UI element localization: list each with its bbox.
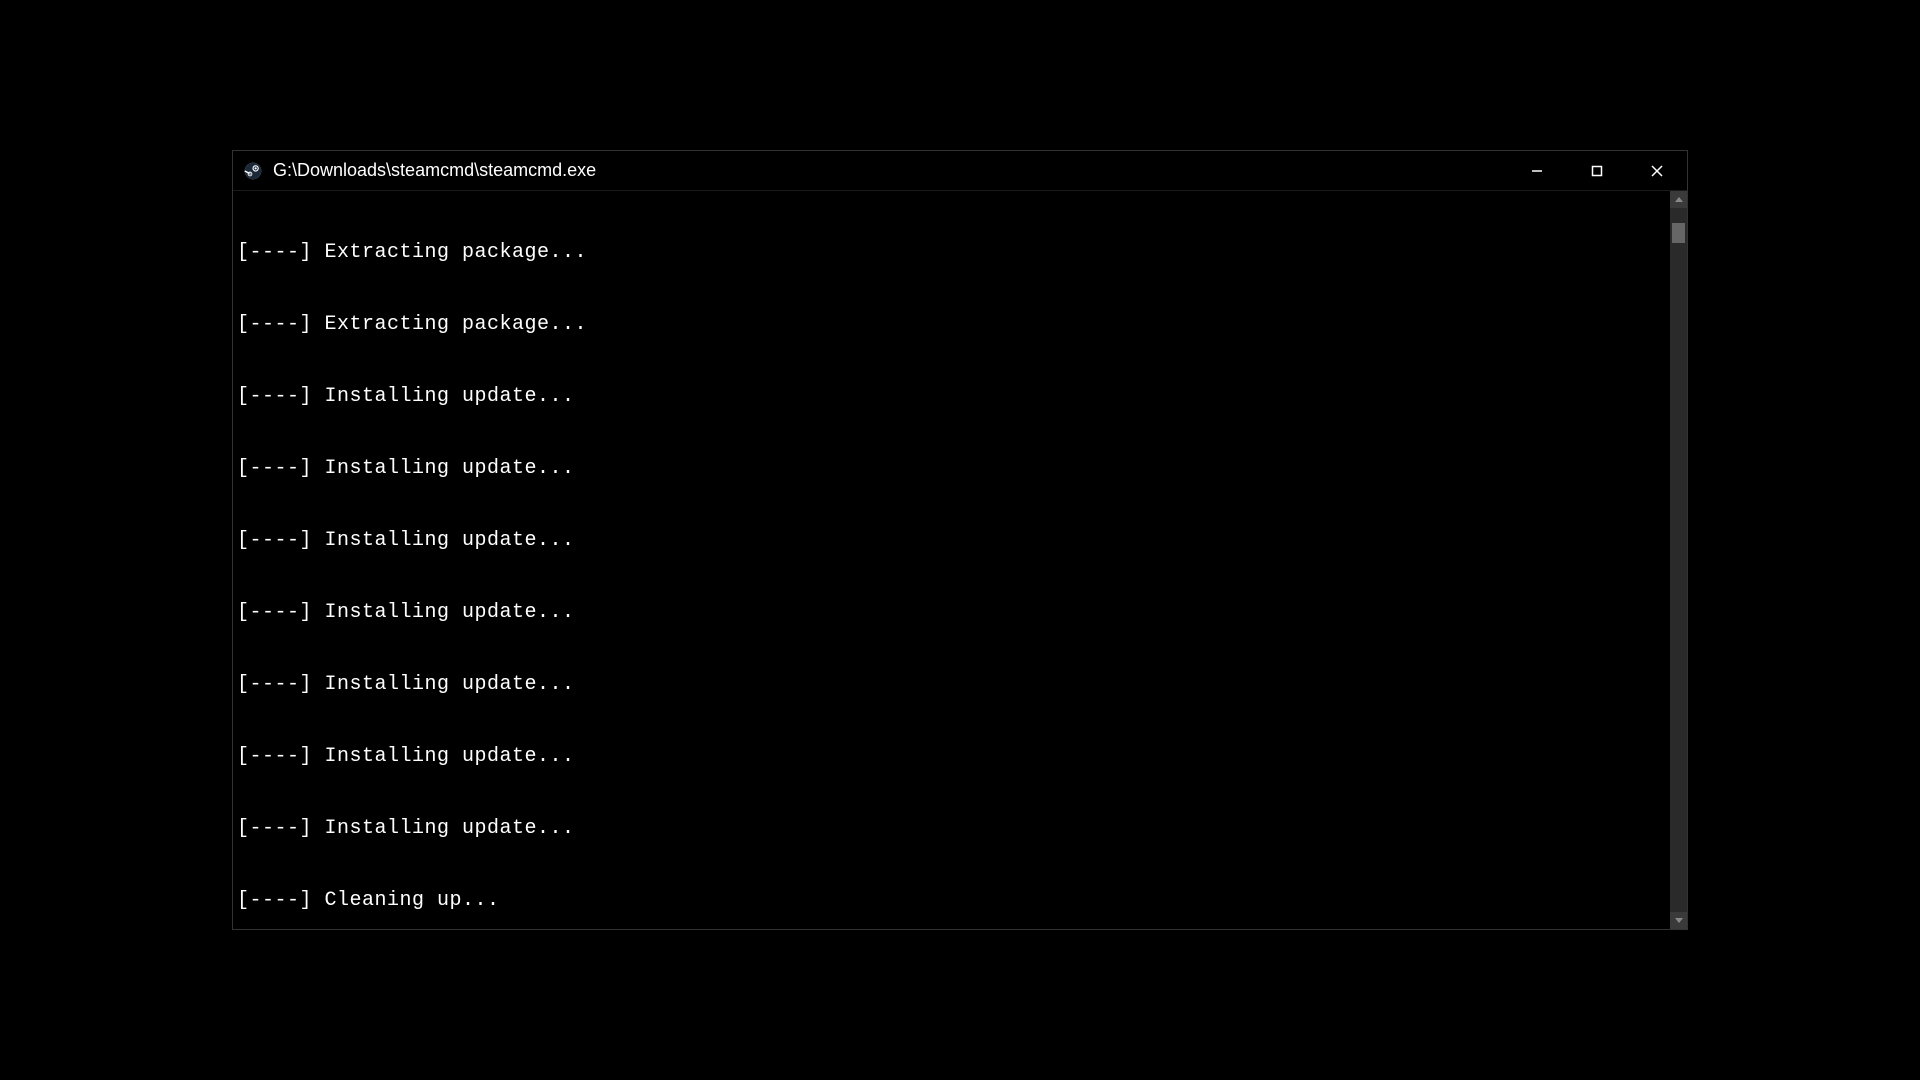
output-line: [----] Cleaning up... — [237, 889, 1683, 913]
minimize-button[interactable] — [1507, 151, 1567, 190]
output-line: [----] Installing update... — [237, 385, 1683, 409]
close-button[interactable] — [1627, 151, 1687, 190]
scroll-thumb[interactable] — [1672, 223, 1685, 243]
window-title: G:\Downloads\steamcmd\steamcmd.exe — [273, 160, 596, 181]
console-window: G:\Downloads\steamcmd\steamcmd.exe [----… — [232, 150, 1688, 930]
window-controls — [1507, 151, 1687, 190]
output-line: [----] Installing update... — [237, 745, 1683, 769]
output-line: [----] Installing update... — [237, 673, 1683, 697]
maximize-button[interactable] — [1567, 151, 1627, 190]
scroll-up-button[interactable] — [1670, 191, 1687, 208]
titlebar[interactable]: G:\Downloads\steamcmd\steamcmd.exe — [233, 151, 1687, 191]
output-line: [----] Extracting package... — [237, 313, 1683, 337]
terminal-output[interactable]: [----] Extracting package... [----] Extr… — [233, 191, 1687, 929]
scroll-down-button[interactable] — [1670, 912, 1687, 929]
console-content: [----] Extracting package... [----] Extr… — [233, 191, 1687, 929]
output-line: [----] Installing update... — [237, 817, 1683, 841]
steam-icon — [243, 161, 263, 181]
vertical-scrollbar[interactable] — [1670, 191, 1687, 929]
output-line: [----] Installing update... — [237, 457, 1683, 481]
output-line: [----] Installing update... — [237, 529, 1683, 553]
output-line: [----] Extracting package... — [237, 241, 1683, 265]
output-line: [----] Installing update... — [237, 601, 1683, 625]
